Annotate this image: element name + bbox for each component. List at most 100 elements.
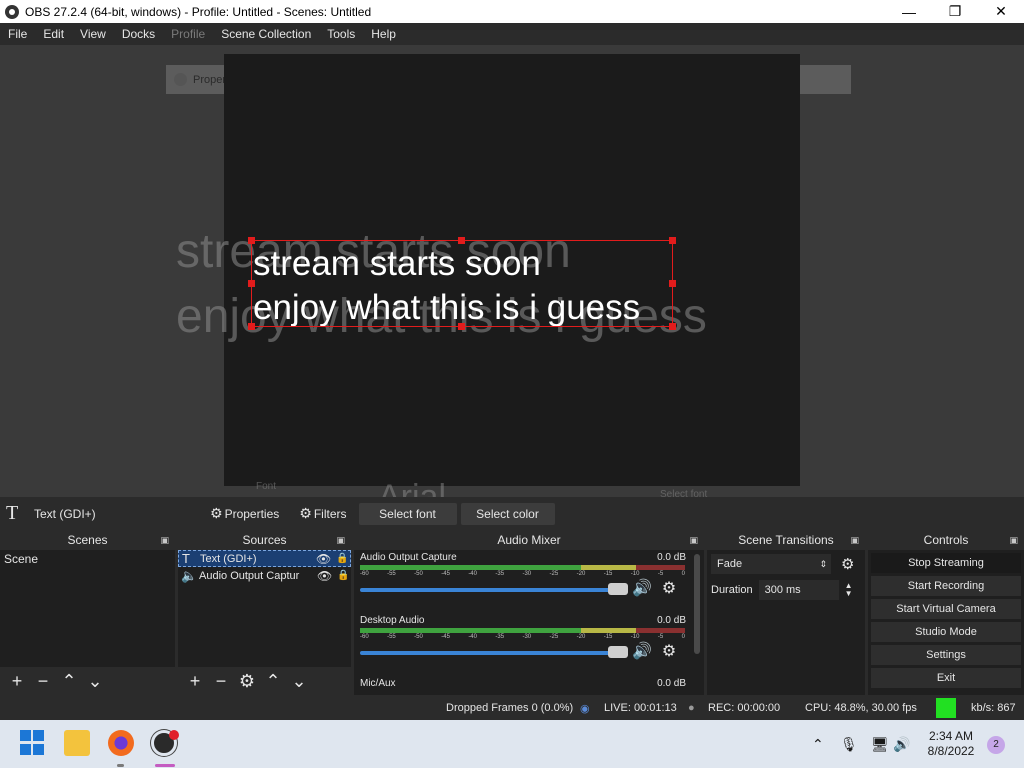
scene-transitions-dock: Scene Transitions ▣ Fade ⇕ ⚙ Duration 30… <box>707 530 865 695</box>
chevron-updown-icon: ⇕ <box>819 559 827 569</box>
filters-button[interactable]: ⚙ Filters <box>291 503 354 525</box>
add-source-button[interactable]: + <box>182 671 208 692</box>
minimize-button[interactable]: — <box>886 0 932 23</box>
scenes-title: Scenes <box>67 533 108 547</box>
running-indicator <box>117 764 124 767</box>
volume-slider-handle[interactable] <box>608 583 628 595</box>
move-up-icon[interactable]: ⌃ <box>260 671 286 692</box>
resize-handle[interactable] <box>458 323 465 330</box>
resize-handle[interactable] <box>248 280 255 287</box>
scene-transitions-header: Scene Transitions ▣ <box>707 530 865 550</box>
file-explorer-icon[interactable] <box>64 730 90 756</box>
resize-handle[interactable] <box>248 323 255 330</box>
visibility-eye-icon[interactable]: 👁 <box>316 552 336 566</box>
firefox-icon[interactable] <box>108 730 134 756</box>
studio-mode-button[interactable]: Studio Mode <box>871 622 1021 642</box>
windows-start-icon[interactable] <box>20 730 46 756</box>
meter-tick: -15 <box>603 634 613 640</box>
resize-handle[interactable] <box>669 237 676 244</box>
gear-icon[interactable]: ⚙ <box>662 641 676 661</box>
float-dock-icon[interactable]: ▣ <box>160 530 169 550</box>
lock-icon[interactable]: 🔒 <box>336 553 350 564</box>
network-icon[interactable]: 🖥 <box>871 736 889 753</box>
source-name: Audio Output Captur <box>199 569 300 582</box>
status-bar: Dropped Frames 0 (0.0%) ◉ LIVE: 00:01:13… <box>0 697 1024 720</box>
menu-edit[interactable]: Edit <box>35 23 72 45</box>
gear-icon[interactable]: ⚙ <box>662 578 676 598</box>
volume-slider[interactable] <box>360 588 624 592</box>
spinner-arrows-icon[interactable]: ▲ ▼ <box>845 582 853 598</box>
source-list-item[interactable]: 🔈 Audio Output Captur 👁 🔒 <box>178 567 351 584</box>
settings-button[interactable]: Settings <box>871 645 1021 665</box>
stream-health-indicator <box>936 698 956 718</box>
resize-handle[interactable] <box>669 280 676 287</box>
start-virtual-camera-button[interactable]: Start Virtual Camera <box>871 599 1021 619</box>
transition-select[interactable]: Fade ⇕ <box>711 554 831 574</box>
speaker-mute-icon[interactable]: 🔊 <box>632 641 652 661</box>
lock-icon[interactable]: 🔒 <box>337 570 351 581</box>
gear-icon[interactable]: ⚙ <box>841 555 854 573</box>
scene-list-item[interactable]: Scene <box>0 550 175 568</box>
remove-scene-button[interactable]: − <box>30 671 56 692</box>
menu-help[interactable]: Help <box>363 23 404 45</box>
channel-db: 0.0 dB <box>657 615 686 626</box>
chevron-up-icon[interactable]: ⌃ <box>812 736 824 753</box>
window-title: OBS 27.2.4 (64-bit, windows) - Profile: … <box>25 4 372 19</box>
properties-button[interactable]: ⚙ Properties <box>202 503 287 525</box>
source-properties-gear-icon[interactable]: ⚙ <box>234 671 260 692</box>
selection-box[interactable] <box>251 240 673 327</box>
start-recording-button[interactable]: Start Recording <box>871 576 1021 596</box>
float-dock-icon[interactable]: ▣ <box>336 530 345 550</box>
menu-profile[interactable]: Profile <box>163 23 213 45</box>
context-source-name: Text (GDI+) <box>34 506 96 521</box>
source-list-item[interactable]: T Text (GDI+) 👁 🔒 <box>178 550 351 567</box>
select-font-button[interactable]: Select font <box>358 502 457 525</box>
audio-mixer-title: Audio Mixer <box>497 533 561 547</box>
volume-slider[interactable] <box>360 651 624 655</box>
rec-time: REC: 00:00:00 <box>708 702 781 714</box>
meter-tick: -50 <box>414 634 423 640</box>
volume-icon[interactable]: 🔊 <box>893 736 910 753</box>
meter-tick: -5 <box>657 634 664 640</box>
volume-slider-handle[interactable] <box>608 646 628 658</box>
menu-scene-collection[interactable]: Scene Collection <box>213 23 319 45</box>
notification-badge[interactable]: 2 <box>987 736 1005 754</box>
microphone-icon[interactable]: 🎙 <box>840 736 858 753</box>
maximize-button[interactable]: ❐ <box>932 0 978 23</box>
windows-taskbar: ⌃ 🎙 🖥 🔊 2:34 AM 8/8/2022 <box>0 720 1024 768</box>
remove-source-button[interactable]: − <box>208 671 234 692</box>
visibility-eye-icon[interactable]: 👁 <box>317 569 337 583</box>
system-clock[interactable]: 2:34 AM 8/8/2022 <box>922 729 980 759</box>
exit-button[interactable]: Exit <box>871 668 1021 688</box>
bitrate: kb/s: 867 <box>971 702 1016 714</box>
float-dock-icon[interactable]: ▣ <box>689 530 698 550</box>
meter-tick: 0 <box>681 571 685 577</box>
resize-handle[interactable] <box>248 237 255 244</box>
stop-streaming-button[interactable]: Stop Streaming <box>871 553 1021 573</box>
float-dock-icon[interactable]: ▣ <box>850 530 859 550</box>
add-scene-button[interactable]: + <box>4 671 30 692</box>
move-up-icon[interactable]: ⌃ <box>56 671 82 692</box>
speaker-mute-icon[interactable]: 🔊 <box>632 578 652 598</box>
meter-tick: -55 <box>387 571 396 577</box>
meter-ticks: -60 -55 -50 -45 -40 -35 -30 -25 -20 -15 -10 -5 0 <box>360 634 685 640</box>
menu-docks[interactable]: Docks <box>114 23 163 45</box>
mixer-channel: Audio Output Capture 0.0 dB -60 -55 -50 -45… <box>354 550 704 613</box>
menu-view[interactable]: View <box>72 23 114 45</box>
resize-handle[interactable] <box>458 237 465 244</box>
select-color-button[interactable]: Select color <box>460 502 555 525</box>
clock-time: 2:34 AM <box>928 729 974 743</box>
close-button[interactable]: ✕ <box>978 0 1024 23</box>
menu-file[interactable]: File <box>0 23 35 45</box>
move-down-icon[interactable]: ⌄ <box>286 671 312 692</box>
resize-handle[interactable] <box>669 323 676 330</box>
main-area: Properties for 'Text (GDI+)' stream star… <box>0 45 1024 497</box>
float-dock-icon[interactable]: ▣ <box>1009 530 1018 550</box>
mixer-channel: Mic/Aux 0.0 dB <box>354 676 704 694</box>
meter-tick: -10 <box>630 571 640 577</box>
menu-tools[interactable]: Tools <box>319 23 363 45</box>
mixer-scrollbar[interactable] <box>694 554 700 654</box>
duration-input[interactable]: 300 ms <box>758 580 839 600</box>
move-down-icon[interactable]: ⌄ <box>82 671 108 692</box>
meter-tick: -60 <box>360 634 369 640</box>
